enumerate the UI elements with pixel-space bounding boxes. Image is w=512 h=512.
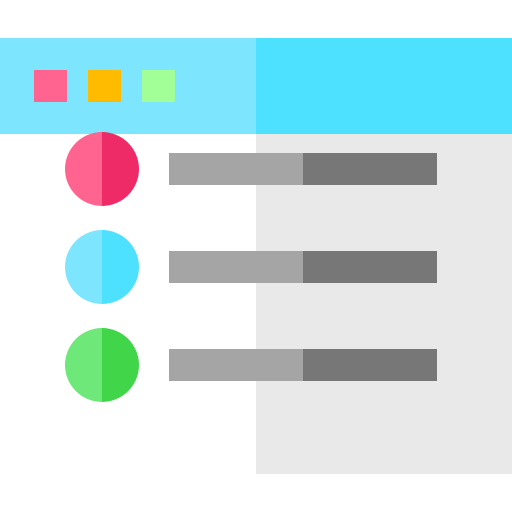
window-button-red[interactable] <box>34 70 67 102</box>
window-button-green[interactable] <box>142 70 175 102</box>
text-placeholder-bar <box>169 153 437 185</box>
text-placeholder-bar <box>169 251 437 283</box>
list-item[interactable] <box>0 130 512 206</box>
list-item[interactable] <box>0 228 512 304</box>
circle-icon <box>65 328 139 402</box>
circle-icon <box>65 230 139 304</box>
list-item[interactable] <box>0 326 512 402</box>
circle-icon <box>65 132 139 206</box>
title-bar-shade <box>256 38 512 134</box>
text-placeholder-bar <box>169 349 437 381</box>
window-button-yellow[interactable] <box>88 70 121 102</box>
